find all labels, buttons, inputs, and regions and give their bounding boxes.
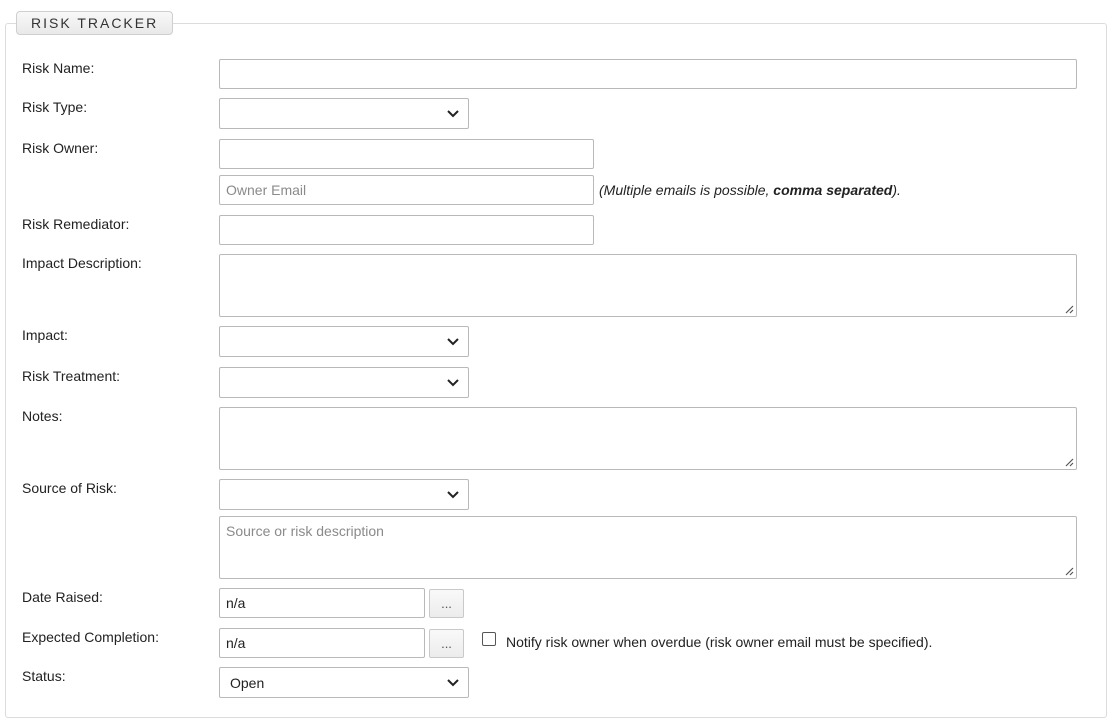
source-of-risk-label: Source of Risk: xyxy=(22,480,117,496)
notify-overdue-checkbox[interactable] xyxy=(482,632,496,646)
source-description-textarea[interactable] xyxy=(219,516,1077,579)
chevron-down-icon xyxy=(447,110,459,118)
notes-textarea[interactable] xyxy=(219,407,1077,470)
risk-type-select[interactable] xyxy=(219,98,469,129)
chevron-down-icon xyxy=(447,491,459,499)
expected-completion-input[interactable] xyxy=(219,628,425,658)
risk-remediator-input[interactable] xyxy=(219,215,594,245)
resize-grip-icon[interactable] xyxy=(1064,566,1074,576)
notes-label: Notes: xyxy=(22,408,63,424)
owner-email-hint: (Multiple emails is possible, comma sepa… xyxy=(599,182,901,198)
status-select[interactable]: Open xyxy=(219,667,469,698)
impact-description-textarea[interactable] xyxy=(219,254,1077,317)
panel-title: RISK TRACKER xyxy=(16,11,174,35)
impact-select[interactable] xyxy=(219,326,469,357)
chevron-down-icon xyxy=(447,379,459,387)
hint-bold: comma separated xyxy=(773,182,893,198)
risk-name-input[interactable] xyxy=(219,59,1077,89)
source-of-risk-select[interactable] xyxy=(219,479,469,510)
chevron-down-icon xyxy=(447,679,459,687)
risk-type-label: Risk Type: xyxy=(22,99,88,115)
resize-grip-icon[interactable] xyxy=(1064,457,1074,467)
resize-grip-icon[interactable] xyxy=(1064,304,1074,314)
hint-suffix: ). xyxy=(892,182,901,198)
status-select-value: Open xyxy=(230,675,265,691)
date-raised-input[interactable] xyxy=(219,588,425,618)
date-raised-label: Date Raised: xyxy=(22,589,103,605)
risk-tracker-panel xyxy=(5,23,1107,718)
impact-label: Impact: xyxy=(22,327,68,343)
risk-treatment-label: Risk Treatment: xyxy=(22,368,121,384)
owner-email-input[interactable] xyxy=(219,175,594,205)
chevron-down-icon xyxy=(447,338,459,346)
risk-treatment-select[interactable] xyxy=(219,367,469,398)
risk-name-label: Risk Name: xyxy=(22,60,95,76)
impact-description-label: Impact Description: xyxy=(22,255,142,271)
expected-completion-label: Expected Completion: xyxy=(22,629,159,645)
risk-owner-label: Risk Owner: xyxy=(22,140,99,156)
status-label: Status: xyxy=(22,668,66,684)
risk-remediator-label: Risk Remediator: xyxy=(22,216,130,232)
expected-completion-picker-button[interactable]: ... xyxy=(429,629,464,658)
date-raised-picker-button[interactable]: ... xyxy=(429,589,464,618)
hint-prefix: (Multiple emails is possible, xyxy=(599,182,774,198)
risk-owner-input[interactable] xyxy=(219,139,594,169)
notify-overdue-label[interactable]: Notify risk owner when overdue (risk own… xyxy=(506,634,932,650)
